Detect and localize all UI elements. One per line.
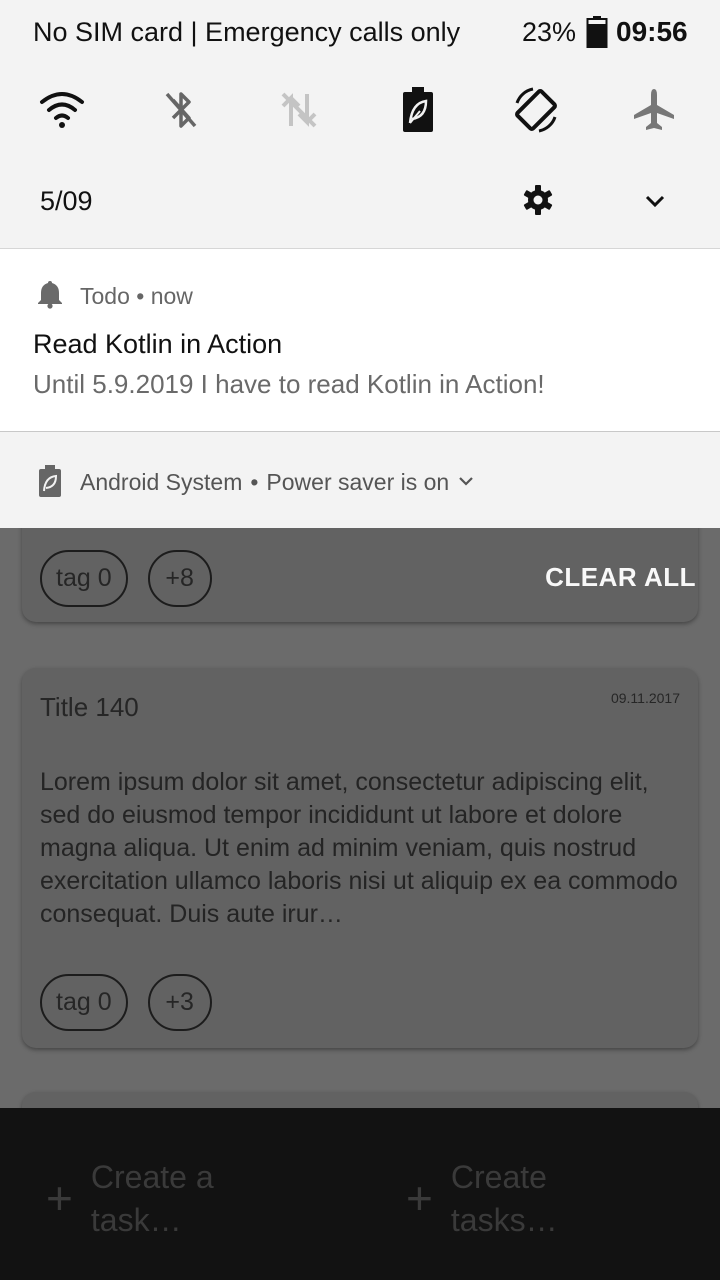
airplane-mode-tile[interactable] — [628, 86, 680, 138]
task-title: Title 140 — [40, 692, 139, 722]
battery-percent: 23% — [522, 17, 577, 47]
bottom-action-bar: + Create a task… + Create tasks… — [0, 1108, 720, 1280]
task-card[interactable]: Title 140 09.11.2017 Lorem ipsum dolor s… — [22, 668, 698, 1048]
battery-icon — [586, 16, 608, 53]
bluetooth-off-icon — [161, 88, 201, 137]
task-date: 09.11.2017 — [610, 690, 680, 706]
todo-notification[interactable]: Todo • now Read Kotlin in Action Until 5… — [0, 248, 720, 432]
create-tasks-button[interactable]: + Create tasks… — [406, 1156, 611, 1242]
status-bar: No SIM card | Emergency calls only 23% 0… — [0, 0, 720, 66]
mobile-data-off-icon — [277, 88, 321, 137]
wifi-icon — [38, 90, 86, 135]
notification-app-name: Todo — [80, 283, 130, 309]
chevron-down-icon — [642, 195, 668, 218]
notification-time: now — [150, 283, 193, 309]
bell-icon — [36, 279, 64, 314]
more-tags-chip[interactable]: +8 — [147, 550, 212, 607]
power-saver-tile[interactable] — [392, 86, 444, 138]
chevron-down-icon[interactable] — [457, 469, 475, 496]
notification-app-name: Android System — [80, 469, 243, 495]
wifi-tile[interactable] — [36, 86, 88, 138]
tag-chip[interactable]: tag 0 — [40, 550, 128, 607]
create-tasks-label: Create tasks… — [450, 1159, 558, 1238]
create-task-label: Create a task… — [90, 1159, 214, 1238]
notification-text: Power saver is on — [266, 469, 450, 495]
airplane-mode-icon — [632, 87, 676, 138]
date-label: 5/09 — [40, 186, 93, 216]
power-saver-icon — [402, 86, 434, 138]
plus-icon: + — [46, 1172, 73, 1224]
bluetooth-tile[interactable] — [155, 86, 207, 138]
settings-button[interactable] — [522, 184, 554, 221]
more-tags-chip[interactable]: +3 — [147, 974, 212, 1031]
separator-dot: • — [136, 283, 151, 309]
notification-title: Read Kotlin in Action — [33, 329, 283, 359]
task-description: Lorem ipsum dolor sit amet, consectetur … — [40, 768, 678, 928]
tag-chip[interactable]: tag 0 — [40, 974, 128, 1031]
power-saver-icon — [38, 465, 62, 502]
clear-all-button[interactable]: CLEAR ALL — [545, 562, 696, 593]
notification-shade: No SIM card | Emergency calls only 23% 0… — [0, 0, 720, 528]
tag-list: tag 0 +8 — [40, 550, 212, 607]
tag-list: tag 0 +3 — [40, 974, 212, 1031]
system-notification[interactable]: Android System • Power saver is on — [0, 433, 720, 528]
gear-icon — [522, 185, 554, 220]
separator-dot: • — [250, 469, 259, 495]
notification-text: Until 5.9.2019 I have to read Kotlin in … — [33, 369, 545, 399]
system-notification-header: Android System • Power saver is on — [80, 469, 475, 496]
notification-header: Todo • now — [80, 283, 193, 310]
mobile-data-tile[interactable] — [273, 86, 325, 138]
plus-icon: + — [406, 1172, 433, 1224]
create-task-button[interactable]: + Create a task… — [46, 1156, 251, 1242]
clock: 09:56 — [616, 16, 688, 47]
auto-rotate-tile[interactable] — [510, 86, 562, 138]
expand-quick-settings-button[interactable] — [642, 188, 668, 219]
carrier-text: No SIM card | Emergency calls only — [33, 17, 461, 47]
auto-rotate-icon — [511, 85, 561, 140]
